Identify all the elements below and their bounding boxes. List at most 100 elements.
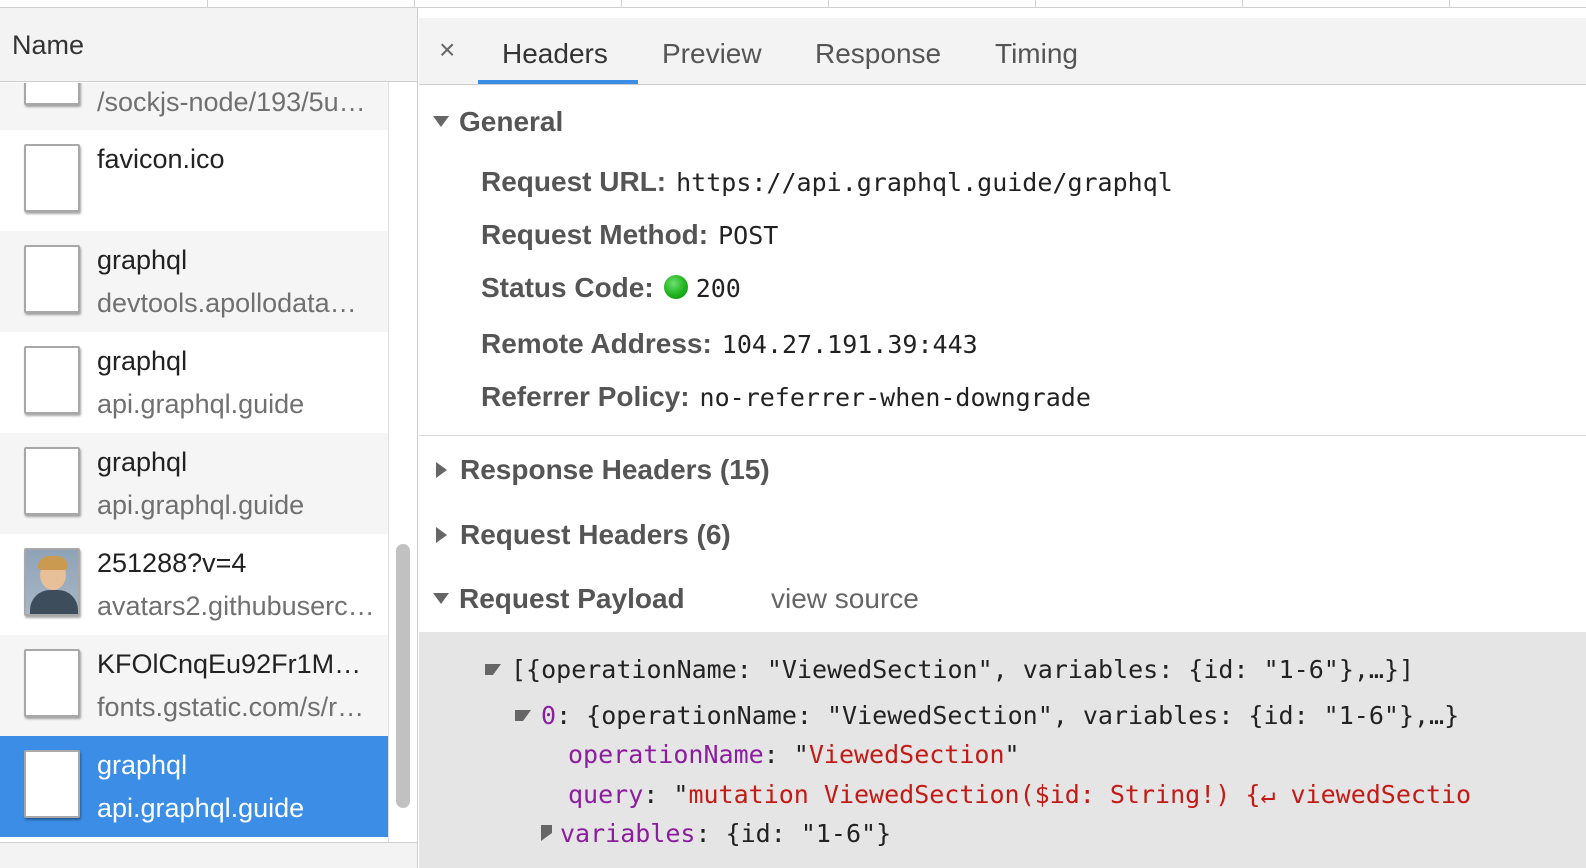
request-url-row: Request URL: https://api.graphql.guide/gr… bbox=[481, 166, 1173, 198]
request-row[interactable]: KFOlCnqEu92Fr1M… fonts.gstatic.com/s/r… bbox=[0, 635, 388, 736]
file-icon bbox=[24, 346, 80, 414]
request-name: KFOlCnqEu92Fr1M… bbox=[97, 649, 362, 679]
remote-address-row: Remote Address: 104.27.191.39:443 bbox=[481, 328, 978, 360]
collapsed-triangle-icon bbox=[436, 526, 447, 543]
request-name: 251288?v=4 bbox=[97, 548, 247, 578]
request-domain: api.graphql.guide bbox=[97, 793, 305, 823]
field-value: no-referrer-when-downgrade bbox=[699, 383, 1091, 412]
status-code-row: Status Code: 200 bbox=[481, 272, 741, 304]
request-name: /sockjs-node/193/5u… bbox=[97, 87, 366, 117]
colon: : bbox=[763, 740, 794, 769]
column-divider bbox=[1035, 0, 1036, 8]
property-key: variables bbox=[560, 819, 696, 848]
avatar-shirt bbox=[30, 590, 78, 614]
expand-triangle-icon bbox=[433, 593, 449, 605]
file-icon bbox=[24, 447, 80, 515]
request-domain: api.graphql.guide bbox=[97, 490, 305, 520]
top-strip bbox=[0, 0, 1586, 8]
avatar-thumbnail bbox=[24, 548, 80, 616]
request-row[interactable]: graphql api.graphql.guide bbox=[0, 332, 388, 433]
name-column-header[interactable]: Name bbox=[0, 8, 417, 82]
response-headers-toggle[interactable]: Response Headers (15) bbox=[433, 454, 770, 486]
request-domain: fonts.gstatic.com/s/r… bbox=[97, 692, 365, 722]
tab-timing[interactable]: Timing bbox=[995, 38, 1078, 70]
field-label: Status Code: bbox=[481, 272, 654, 303]
payload-item-row[interactable]: 0: {operationName: "ViewedSection", vari… bbox=[515, 701, 1459, 730]
payload-root-row[interactable]: [{operationName: "ViewedSection", variab… bbox=[485, 655, 1414, 684]
request-name: graphql bbox=[97, 346, 188, 376]
status-bar bbox=[0, 842, 417, 868]
property-key: operationName bbox=[568, 740, 764, 769]
colon: : bbox=[556, 701, 587, 730]
file-icon bbox=[24, 144, 80, 212]
section-title: Request Headers (6) bbox=[460, 519, 731, 550]
name-column-label: Name bbox=[12, 30, 85, 60]
property-value: {id: "1-6"} bbox=[725, 819, 892, 848]
payload-property-row: query: "mutation ViewedSection($id: Stri… bbox=[568, 780, 1471, 809]
request-row[interactable]: graphql api.graphql.guide bbox=[0, 433, 388, 534]
section-title: Response Headers (15) bbox=[460, 454, 770, 485]
property-value: ViewedSection bbox=[808, 740, 1005, 769]
file-icon bbox=[24, 649, 80, 717]
payload-property-row: operationName: "ViewedSection" bbox=[568, 740, 1020, 769]
column-divider bbox=[414, 0, 415, 8]
field-value: https://api.graphql.guide/graphql bbox=[676, 168, 1173, 197]
section-title: General bbox=[459, 106, 564, 137]
file-icon bbox=[24, 245, 80, 313]
item-index: 0 bbox=[541, 701, 557, 730]
request-name: graphql bbox=[97, 447, 188, 477]
column-divider bbox=[828, 0, 829, 8]
item-summary: {operationName: "ViewedSection", variabl… bbox=[586, 701, 1460, 730]
view-source-link[interactable]: view source bbox=[771, 583, 919, 615]
request-domain: api.graphql.guide bbox=[97, 389, 305, 419]
field-label: Remote Address: bbox=[481, 328, 712, 359]
payload-tree: [{operationName: "ViewedSection", variab… bbox=[419, 632, 1586, 868]
active-tab-indicator bbox=[478, 80, 638, 84]
request-name: graphql bbox=[97, 245, 188, 275]
request-domain: avatars2.githubuserc… bbox=[97, 591, 375, 621]
tab-headers[interactable]: Headers bbox=[502, 38, 608, 70]
request-row[interactable]: favicon.ico bbox=[0, 130, 388, 231]
field-value: 104.27.191.39:443 bbox=[721, 330, 978, 359]
field-value: POST bbox=[718, 221, 779, 250]
quote: " bbox=[673, 780, 689, 809]
section-divider bbox=[419, 435, 1586, 436]
referrer-policy-row: Referrer Policy: no-referrer-when-downgra… bbox=[481, 381, 1091, 413]
field-label: Request URL: bbox=[481, 166, 667, 197]
field-value: 200 bbox=[695, 274, 741, 303]
request-row-selected[interactable]: graphql api.graphql.guide bbox=[0, 736, 388, 837]
payload-root: [{operationName: "ViewedSection", variab… bbox=[511, 655, 1415, 684]
request-row[interactable]: graphql devtools.apollodata… bbox=[0, 231, 388, 332]
tab-preview[interactable]: Preview bbox=[662, 38, 762, 70]
colon: : bbox=[695, 819, 726, 848]
expand-triangle-icon bbox=[485, 663, 501, 675]
tab-response[interactable]: Response bbox=[815, 38, 941, 70]
file-icon bbox=[24, 83, 80, 105]
field-label: Referrer Policy: bbox=[481, 381, 690, 412]
expand-triangle-icon bbox=[515, 709, 531, 721]
detail-tabbar: × Headers Preview Response Timing bbox=[419, 18, 1586, 85]
request-name: graphql bbox=[97, 750, 188, 780]
request-row[interactable]: /sockjs-node/193/5u… bbox=[0, 83, 388, 130]
request-rows: /sockjs-node/193/5u… favicon.ico graphql… bbox=[0, 83, 388, 837]
request-row[interactable]: 251288?v=4 avatars2.githubuserc… bbox=[0, 534, 388, 635]
expand-triangle-icon bbox=[433, 116, 449, 128]
request-name: favicon.ico bbox=[97, 144, 225, 174]
section-title: Request Payload bbox=[459, 583, 685, 614]
colon: : bbox=[643, 780, 674, 809]
payload-property-row[interactable]: variables: {id: "1-6"} bbox=[541, 819, 891, 848]
avatar-hair bbox=[38, 556, 68, 570]
property-value: mutation ViewedSection($id: String!) {↵ … bbox=[688, 780, 1472, 809]
request-headers-toggle[interactable]: Request Headers (6) bbox=[433, 519, 731, 551]
quote: " bbox=[793, 740, 809, 769]
request-domain: devtools.apollodata… bbox=[97, 288, 357, 318]
column-divider bbox=[207, 0, 208, 8]
column-separator bbox=[388, 82, 389, 842]
list-scrollbar[interactable] bbox=[396, 544, 410, 808]
request-detail-panel: × Headers Preview Response Timing Genera… bbox=[419, 8, 1586, 868]
general-section-toggle[interactable]: General bbox=[433, 106, 563, 138]
quote: " bbox=[1004, 740, 1020, 769]
close-icon[interactable]: × bbox=[439, 34, 455, 66]
collapsed-triangle-icon bbox=[436, 461, 447, 478]
request-payload-toggle[interactable]: Request Payload bbox=[433, 583, 685, 615]
